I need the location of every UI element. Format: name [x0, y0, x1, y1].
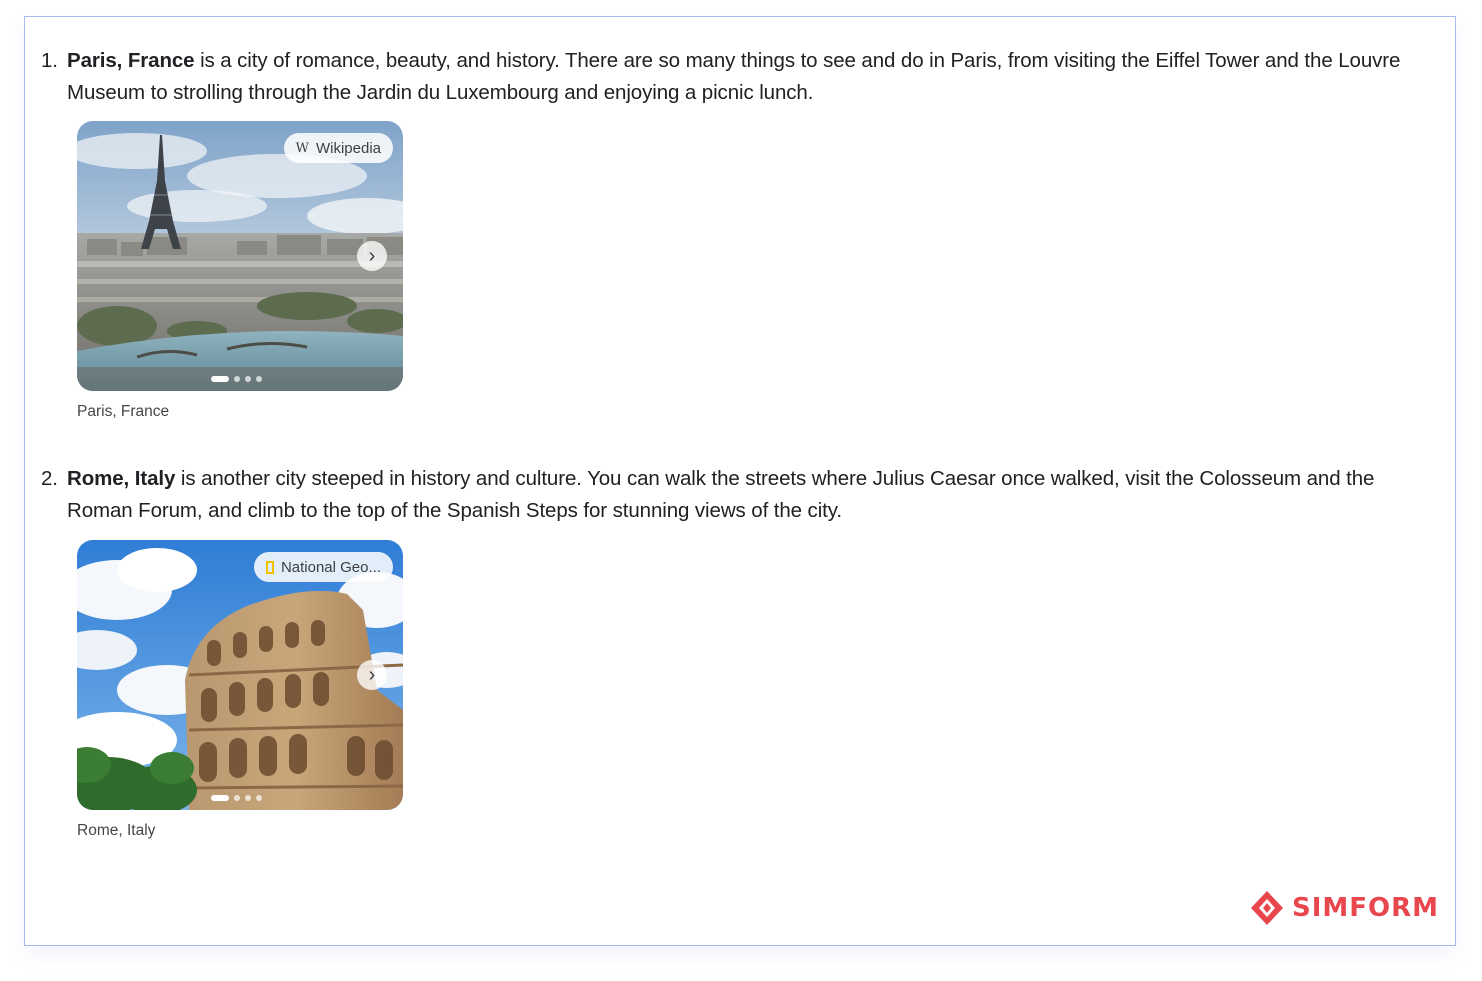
item-paragraph: 1. Paris, France is a city of romance, b…	[41, 45, 1441, 109]
item-body: Rome, Italy is another city steeped in h…	[67, 463, 1441, 527]
item-number: 1.	[41, 49, 58, 72]
chevron-right-icon: ›	[368, 663, 376, 686]
item-description: is another city steeped in history and c…	[67, 467, 1375, 522]
item-number: 2.	[41, 467, 58, 490]
brand-name: SIMFORM	[1291, 893, 1439, 923]
chevron-right-icon: ›	[368, 244, 376, 267]
image-card-rome[interactable]: National Geo... ›	[77, 540, 403, 810]
carousel-dot-active[interactable]	[211, 795, 229, 801]
source-chip[interactable]: National Geo...	[253, 552, 393, 582]
next-image-button[interactable]: ›	[357, 241, 387, 271]
source-chip[interactable]: W Wikipedia	[283, 133, 393, 163]
item-title: Rome, Italy	[67, 467, 176, 490]
list-item-rome: 2. Rome, Italy is another city steeped i…	[41, 463, 1441, 527]
simform-logo: SIMFORM	[1248, 889, 1439, 927]
carousel-dot[interactable]	[234, 376, 240, 382]
item-description: is a city of romance, beauty, and histor…	[67, 49, 1401, 104]
content-frame: 1. Paris, France is a city of romance, b…	[24, 16, 1456, 946]
image-caption: Rome, Italy	[77, 822, 156, 839]
carousel-dot[interactable]	[256, 795, 262, 801]
carousel-dots	[211, 795, 262, 801]
item-paragraph: 2. Rome, Italy is another city steeped i…	[41, 463, 1441, 527]
national-geographic-icon	[265, 560, 274, 574]
source-label: Wikipedia	[315, 139, 381, 157]
list-item-paris: 1. Paris, France is a city of romance, b…	[41, 45, 1441, 109]
carousel-dot[interactable]	[245, 795, 251, 801]
image-card-paris[interactable]: W Wikipedia ›	[77, 121, 403, 391]
next-image-button[interactable]: ›	[357, 660, 387, 690]
carousel-dot-active[interactable]	[211, 376, 229, 382]
image-caption: Paris, France	[77, 403, 170, 420]
item-body: Paris, France is a city of romance, beau…	[67, 45, 1441, 109]
source-label: National Geo...	[280, 558, 381, 576]
carousel-dot[interactable]	[256, 376, 262, 382]
wikipedia-icon: W	[295, 140, 309, 156]
carousel-dot[interactable]	[234, 795, 240, 801]
item-title: Paris, France	[67, 49, 195, 72]
carousel-dots	[211, 376, 262, 382]
simform-mark-icon	[1250, 891, 1283, 925]
carousel-dot[interactable]	[245, 376, 251, 382]
